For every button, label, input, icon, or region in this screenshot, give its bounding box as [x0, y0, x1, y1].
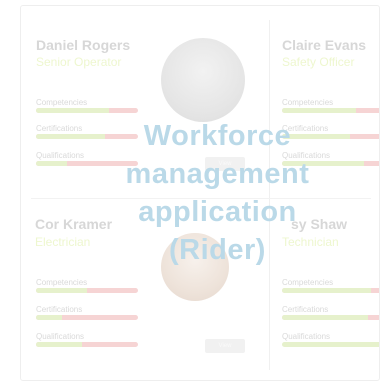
worker-avatar	[161, 38, 245, 122]
worker-role: Senior Operator	[36, 55, 122, 69]
competencies-bar	[282, 288, 379, 293]
qualifications-bar	[36, 342, 138, 347]
overlay-line: management	[125, 158, 310, 190]
qualifications-label: Qualifications	[36, 151, 85, 160]
worker-name: Claire Evans	[282, 37, 367, 53]
app-title-overlay: Workforce management application (Rider)	[95, 117, 340, 269]
certifications-label: Certifications	[36, 305, 83, 314]
competencies-label: Competencies	[282, 98, 334, 107]
certifications-label: Certifications	[282, 305, 329, 314]
overlay-line: (Rider)	[169, 234, 266, 266]
view-button[interactable]: View	[205, 339, 245, 353]
competencies-label: Competencies	[36, 278, 88, 287]
overlay-line: Workforce	[143, 120, 292, 152]
competencies-bar	[36, 288, 138, 293]
certifications-bar	[282, 315, 379, 320]
competencies-bar	[282, 108, 379, 113]
certifications-label: Certifications	[36, 124, 83, 133]
overlay-line: application	[138, 196, 297, 228]
worker-role: Safety Officer	[282, 55, 355, 69]
competencies-bar	[36, 108, 138, 113]
qualifications-label: Qualifications	[36, 332, 85, 341]
competencies-label: Competencies	[282, 278, 334, 287]
competencies-label: Competencies	[36, 98, 88, 107]
qualifications-bar	[282, 342, 379, 347]
worker-name: Daniel Rogers	[36, 37, 131, 53]
certifications-bar	[36, 315, 138, 320]
qualifications-label: Qualifications	[282, 332, 331, 341]
worker-role: Electrician	[35, 235, 91, 249]
